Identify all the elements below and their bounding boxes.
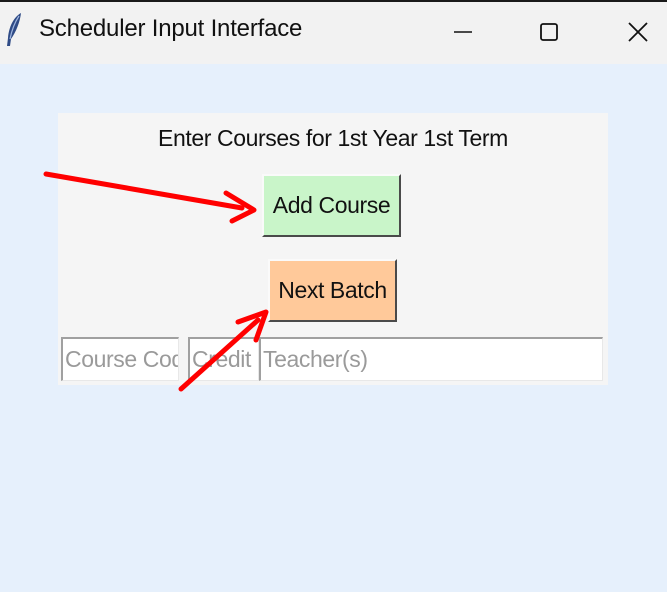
feather-icon [4,12,24,48]
teachers-input[interactable] [261,339,602,380]
maximize-button[interactable] [519,4,579,60]
credit-input[interactable] [190,339,258,380]
maximize-icon [540,23,558,41]
scheduler-window: Scheduler Input Interface Enter Courses … [0,0,667,592]
close-button[interactable] [608,4,667,60]
minimize-icon [454,31,472,33]
close-icon [628,22,648,42]
teachers-entry[interactable] [259,337,603,381]
minimize-button[interactable] [433,4,493,60]
form-heading: Enter Courses for 1st Year 1st Term [158,125,508,151]
window-title: Scheduler Input Interface [39,15,303,42]
title-bar: Scheduler Input Interface [0,0,667,64]
next-batch-button[interactable]: Next Batch [268,259,397,322]
course-code-entry[interactable] [61,337,179,381]
course-code-input[interactable] [63,339,178,380]
credit-entry[interactable] [188,337,259,381]
add-course-button[interactable]: Add Course [262,174,401,237]
course-entry-frame: Enter Courses for 1st Year 1st Term Add … [58,113,608,385]
